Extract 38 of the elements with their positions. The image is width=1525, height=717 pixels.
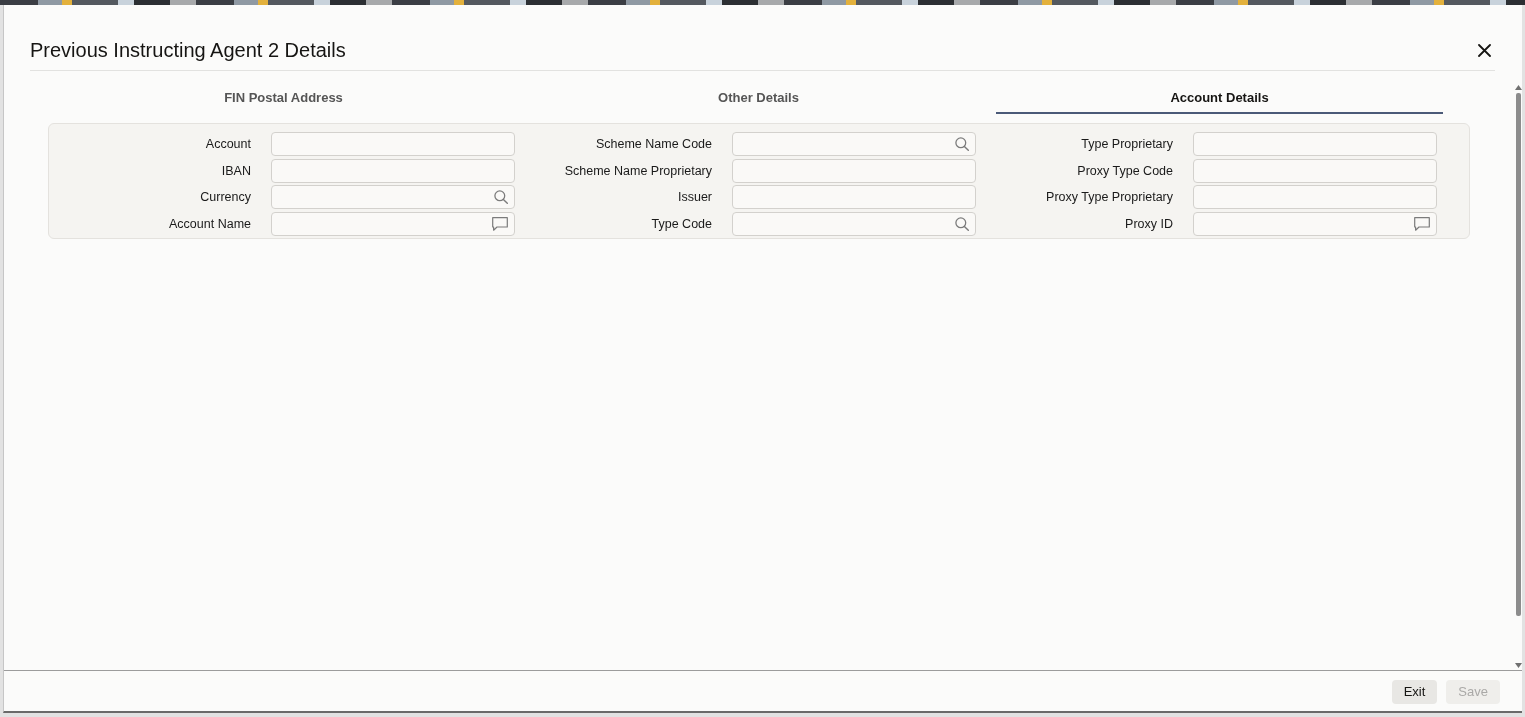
field-label: Proxy Type Code <box>1076 163 1173 178</box>
field-label: Proxy Type Proprietary <box>1045 190 1173 204</box>
input-field[interactable] <box>732 211 976 236</box>
input-field[interactable] <box>271 132 515 156</box>
field-label: Currency <box>199 190 251 204</box>
close-icon[interactable] <box>1478 43 1491 57</box>
search-icon[interactable] <box>494 190 508 204</box>
field-label: Account <box>204 137 251 151</box>
input-field[interactable] <box>1193 211 1437 236</box>
scroll-down-icon[interactable] <box>1515 663 1522 668</box>
input-field[interactable] <box>271 211 515 236</box>
field-label: Scheme Name Proprietary <box>563 163 712 178</box>
footer-button[interactable]: Exit <box>1391 680 1438 704</box>
input-field[interactable] <box>1193 132 1437 156</box>
input-field[interactable] <box>271 158 515 183</box>
field-label: Type Code <box>650 216 712 231</box>
scroll-up-icon[interactable] <box>1515 85 1522 90</box>
input-field[interactable] <box>1193 185 1437 209</box>
search-icon[interactable] <box>955 137 969 151</box>
speech-bubble-icon[interactable] <box>1414 216 1430 231</box>
scrollbar-thumb[interactable] <box>1516 93 1521 616</box>
tab[interactable]: Other Details <box>521 81 996 114</box>
tab[interactable]: FIN Postal Address <box>46 81 521 114</box>
dialog-title: Previous Instructing Agent 2 Details <box>30 38 346 62</box>
input-field[interactable] <box>1193 158 1437 183</box>
input-field[interactable] <box>732 158 976 183</box>
field-label: Account Name <box>168 216 251 231</box>
search-icon[interactable] <box>955 216 969 231</box>
input-field[interactable] <box>732 185 976 209</box>
field-label: IBAN <box>220 163 251 178</box>
tab[interactable]: Account Details <box>996 81 1443 114</box>
field-label: Proxy ID <box>1124 216 1173 231</box>
input-field[interactable] <box>732 132 976 156</box>
input-field[interactable] <box>271 185 515 209</box>
field-label: Type Proprietary <box>1080 137 1173 151</box>
field-label: Scheme Name Code <box>594 137 712 151</box>
speech-bubble-icon[interactable] <box>492 216 508 231</box>
field-label: Issuer <box>676 190 712 204</box>
